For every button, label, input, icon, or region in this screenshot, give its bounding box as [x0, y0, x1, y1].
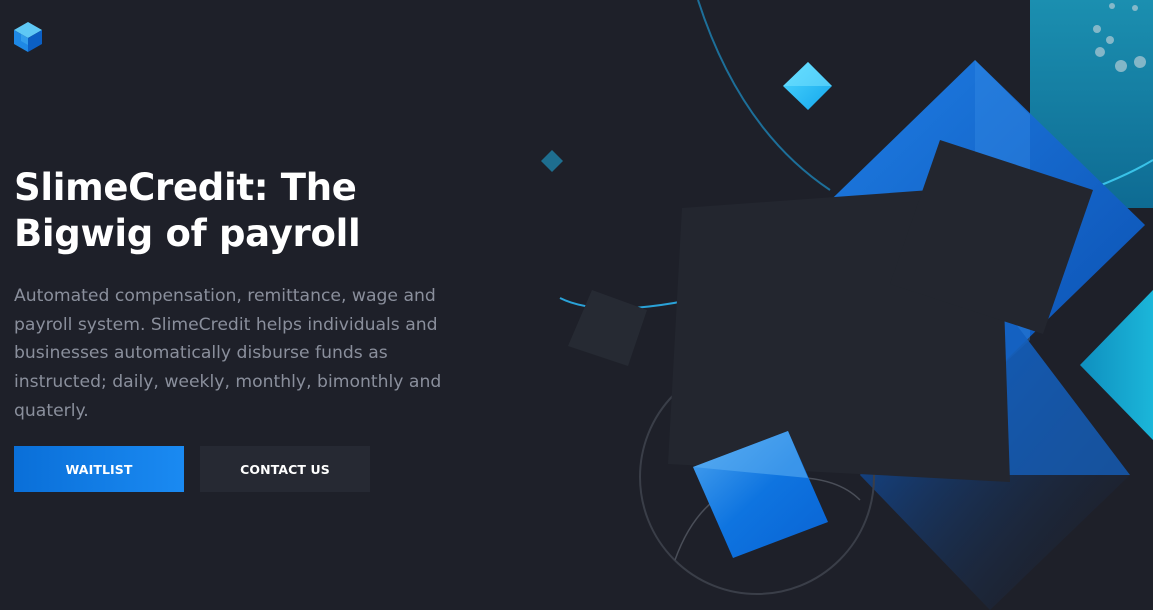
- right-cyan-diamond: [1080, 290, 1153, 440]
- arc-line-right: [1059, 159, 1153, 201]
- teal-panel-shape: [1030, 0, 1153, 208]
- small-dark-square: [568, 290, 647, 366]
- large-dark-square: [668, 185, 1010, 482]
- right-dark-square: [890, 140, 1093, 334]
- small-blue-square: [693, 431, 828, 558]
- arc-line-lower: [559, 297, 691, 310]
- landing-page: SlimeCredit: The Bigwig of payroll Autom…: [0, 0, 1153, 610]
- tiny-teal-diamond: [541, 150, 563, 172]
- lower-blue-diamond: [860, 290, 1130, 610]
- large-blue-diamond: [805, 60, 1145, 390]
- cube-logo-icon[interactable]: [13, 21, 43, 53]
- circle-outline: [639, 359, 875, 595]
- waitlist-button[interactable]: WAITLIST: [14, 446, 184, 492]
- dot-pattern: [1093, 3, 1146, 72]
- contact-us-button[interactable]: CONTACT US: [200, 446, 370, 492]
- hero-description: Automated compensation, remittance, wage…: [14, 286, 442, 421]
- arc-line: [697, 0, 831, 191]
- hero-title: SlimeCredit: The Bigwig of payroll: [14, 166, 361, 255]
- cyan-diamond: [783, 62, 832, 110]
